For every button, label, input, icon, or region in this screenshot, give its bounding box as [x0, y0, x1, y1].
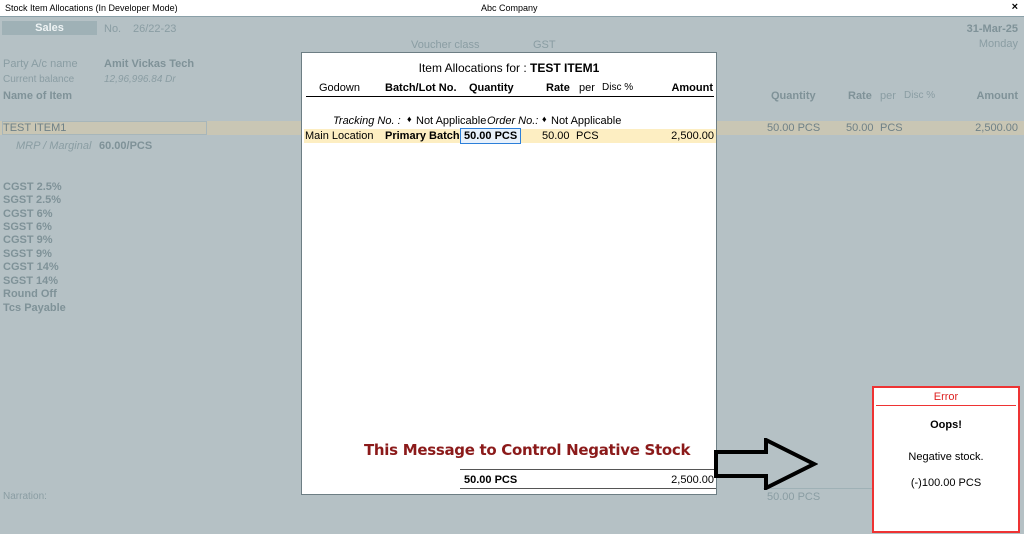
ledger-item: Round Off	[3, 288, 57, 300]
party-label: Party A/c name	[3, 58, 78, 70]
item-rate: 50.00	[846, 122, 874, 134]
balance-label: Current balance	[3, 74, 75, 85]
col-per: per	[880, 90, 896, 102]
right-arrow-icon	[714, 438, 818, 490]
col-amount: Amount	[671, 82, 713, 94]
voucher-date: 31-Mar-25	[966, 23, 1018, 35]
col-name-of-item: Name of Item	[3, 90, 73, 102]
tracking-value[interactable]: Not Applicable	[416, 115, 486, 127]
row-rate[interactable]: 50.00	[542, 130, 570, 142]
item-per: PCS	[880, 122, 903, 134]
ledger-item: SGST 2.5%	[3, 194, 62, 206]
row-quantity[interactable]: 50.00 PCS	[464, 130, 517, 142]
voucher-class-label: Voucher class	[411, 39, 480, 51]
window-title-bar: Stock Item Allocations (In Developer Mod…	[0, 0, 1024, 17]
ledger-item: Tcs Payable	[3, 302, 66, 314]
row-batch[interactable]: Primary Batch	[385, 130, 460, 142]
total-top-rule	[460, 469, 716, 470]
voucher-number: 26/22-23	[133, 23, 177, 35]
ledger-item: SGST 9%	[3, 248, 52, 260]
col-amount: Amount	[976, 90, 1018, 102]
window-title: Stock Item Allocations (In Developer Mod…	[5, 3, 178, 13]
balance-value: 12,96,996.84 Dr	[104, 74, 176, 85]
error-heading: Oops!	[930, 419, 962, 431]
mrp-label: MRP / Marginal	[16, 140, 92, 152]
voucher-day: Monday	[978, 38, 1018, 50]
dialog-title-item: TEST ITEM1	[530, 61, 600, 75]
voucher-no-label: No.	[104, 23, 122, 35]
annotation-text: This Message to Control Negative Stock	[364, 441, 691, 459]
ledger-item: SGST 6%	[3, 221, 52, 233]
diamond-bullet-icon: ♦	[407, 114, 412, 124]
ledger-item: CGST 9%	[3, 234, 53, 246]
row-godown[interactable]: Main Location	[305, 130, 374, 142]
close-icon[interactable]: ×	[1012, 1, 1018, 13]
item-allocations-dialog: Item Allocations for : TEST ITEM1 Godown…	[301, 52, 717, 495]
row-amount[interactable]: 2,500.00	[671, 130, 714, 142]
row-per[interactable]: PCS	[576, 130, 599, 142]
col-disc: Disc %	[602, 82, 634, 93]
item-name: TEST ITEM1	[3, 122, 67, 134]
total-bottom-rule	[460, 488, 716, 489]
dialog-title: Item Allocations for : TEST ITEM1	[302, 61, 716, 75]
error-dialog: Error Oops! Negative stock. (-)100.00 PC…	[872, 386, 1020, 533]
item-quantity: 50.00 PCS	[767, 122, 821, 134]
diamond-bullet-icon: ♦	[542, 114, 547, 124]
col-rate: Rate	[848, 90, 872, 102]
col-godown: Godown	[319, 82, 360, 94]
narration-label: Narration:	[3, 491, 47, 502]
total-quantity: 50.00 PCS	[464, 474, 518, 486]
dialog-title-prefix: Item Allocations for :	[418, 61, 527, 75]
party-name: Amit Vickas Tech	[104, 58, 195, 70]
header-divider	[306, 96, 714, 97]
tracking-label: Tracking No. :	[333, 115, 401, 127]
item-amount: 2,500.00	[975, 122, 1018, 134]
error-title: Error	[876, 390, 1016, 406]
ledger-item: SGST 14%	[3, 275, 59, 287]
ledger-item: CGST 2.5%	[3, 181, 62, 193]
narration-total-quantity: 50.00 PCS	[767, 491, 821, 503]
mrp-value: 60.00/PCS	[99, 140, 153, 152]
company-name: Abc Company	[481, 3, 538, 13]
total-amount: 2,500.00	[671, 474, 714, 486]
ledger-item: CGST 14%	[3, 261, 59, 273]
col-rate: Rate	[546, 82, 570, 94]
error-message: Negative stock.	[908, 451, 984, 463]
order-label: Order No.:	[487, 115, 539, 127]
error-amount: (-)100.00 PCS	[910, 477, 982, 489]
col-quantity: Quantity	[469, 82, 514, 94]
ledger-item: CGST 6%	[3, 208, 53, 220]
voucher-class-value: GST	[533, 39, 556, 51]
order-value[interactable]: Not Applicable	[551, 115, 621, 127]
col-batch: Batch/Lot No.	[385, 82, 457, 94]
col-disc: Disc %	[904, 90, 936, 101]
col-per: per	[579, 82, 595, 94]
col-quantity: Quantity	[771, 90, 816, 102]
voucher-type-badge: Sales	[2, 21, 97, 35]
